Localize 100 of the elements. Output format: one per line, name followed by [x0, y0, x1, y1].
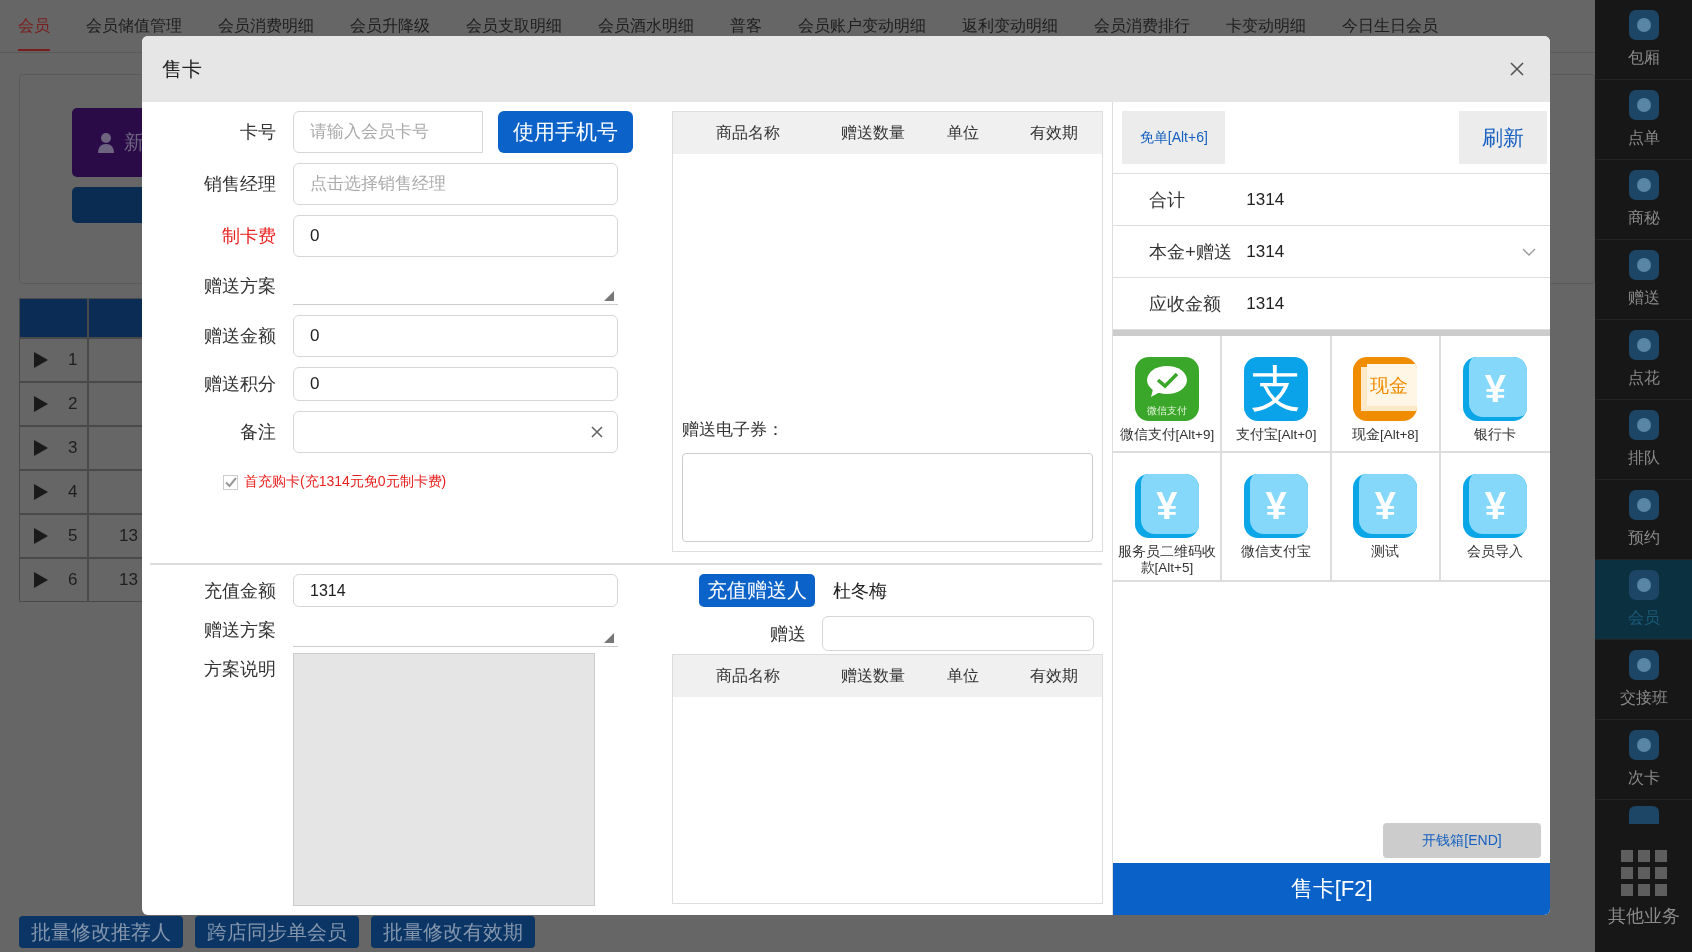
field-label: 制卡费	[221, 225, 276, 248]
batch-button[interactable]: 批量修改有效期	[371, 916, 535, 948]
free-order-button[interactable]: 免单[Alt+6]	[1122, 111, 1226, 164]
field-label: 备注	[239, 421, 276, 444]
gift-person-button[interactable]: 充值赠送人	[699, 574, 815, 607]
app-icon	[1628, 250, 1659, 280]
corner-triangle-icon	[604, 291, 614, 301]
app-icon	[1628, 806, 1659, 824]
row-number: 3	[68, 438, 78, 458]
column-header: 赠送数量	[840, 665, 906, 686]
batch-button[interactable]: 批量修改推荐人	[19, 916, 183, 948]
payment-option[interactable]: ¥ 服务员二维码收款[Alt+5]	[1113, 453, 1223, 583]
payment-icon: 现金	[1353, 357, 1418, 421]
person-name: 杜冬梅	[833, 579, 887, 603]
sidebar-item[interactable]: 赠送	[1595, 240, 1692, 320]
chevron-down-icon[interactable]	[1522, 247, 1536, 256]
app-icon	[1628, 10, 1659, 40]
sidebar-item[interactable]: 商秘	[1595, 160, 1692, 240]
input-field[interactable]: 0	[293, 215, 618, 257]
summary-label: 本金+赠送	[1149, 240, 1233, 264]
refresh-button[interactable]: 刷新	[1459, 111, 1547, 164]
play-icon[interactable]	[34, 352, 48, 368]
grid-icon	[1620, 849, 1667, 896]
payment-option[interactable]: 支 支付宝[Alt+0]	[1222, 336, 1332, 453]
sidebar-item[interactable]: 其他业务	[1595, 825, 1692, 952]
sidebar-item[interactable]: 预约	[1595, 480, 1692, 560]
app-icon	[1628, 490, 1659, 520]
app-icon	[1628, 330, 1659, 360]
app-icon	[1628, 410, 1659, 440]
payment-icon: ¥	[1244, 474, 1309, 538]
app-icon	[1628, 570, 1659, 600]
column-header: 有效期	[1028, 122, 1079, 143]
corner-triangle-icon	[604, 633, 614, 643]
field-label: 赠送积分	[203, 373, 276, 396]
coupon-field[interactable]	[682, 453, 1093, 542]
summary-label: 合计	[1149, 188, 1187, 212]
field-label: 赠送方案	[203, 275, 276, 298]
row-number: 5	[68, 526, 78, 546]
summary-value: 1314	[1246, 241, 1286, 262]
input-field[interactable]: 请输入会员卡号	[293, 111, 483, 153]
app-icon	[1628, 730, 1659, 760]
app-icon	[1628, 90, 1659, 120]
column-header: 赠送数量	[840, 122, 906, 143]
column-header: 单位	[946, 122, 980, 143]
coupon-label: 赠送电子券：	[681, 419, 785, 441]
cash-drawer-button[interactable]: 开钱箱[END]	[1383, 823, 1541, 858]
field-label: 赠送方案	[203, 619, 276, 642]
row-number: 1	[68, 350, 78, 370]
summary-value: 1314	[1246, 189, 1286, 210]
field-label: 卡号	[239, 121, 276, 144]
field-label: 方案说明	[203, 658, 276, 681]
use-phone-button[interactable]: 使用手机号	[498, 111, 633, 153]
payment-icon: ¥	[1463, 474, 1528, 538]
summary-value: 1314	[1246, 293, 1286, 314]
clear-icon[interactable]	[591, 426, 603, 438]
row-number: 2	[68, 394, 78, 414]
input-field[interactable]: 点击选择销售经理	[293, 163, 618, 205]
sidebar-item[interactable]: 包厢	[1595, 0, 1692, 80]
column-header: 商品名称	[715, 122, 781, 143]
column-header: 单位	[946, 665, 980, 686]
sell-card-button[interactable]: 售卡[F2]	[1113, 863, 1550, 915]
play-icon[interactable]	[34, 440, 48, 456]
play-icon[interactable]	[34, 572, 48, 588]
tab[interactable]: 会员储值管理	[86, 1, 182, 51]
play-icon[interactable]	[34, 396, 48, 412]
payment-option[interactable]: 现金 现金[Alt+8]	[1331, 336, 1441, 453]
sidebar-item[interactable]: 排队	[1595, 400, 1692, 480]
sidebar-item[interactable]: 次卡	[1595, 720, 1692, 800]
field-label: 赠送金额	[203, 325, 276, 348]
checkbox-label: 首充购卡(充1314元免0元制卡费)	[244, 473, 447, 491]
input-field[interactable]: 0	[293, 367, 618, 401]
summary-label: 应收金额	[1149, 292, 1223, 316]
payment-option[interactable]: 微信支付 微信支付[Alt+9]	[1113, 336, 1223, 453]
play-icon[interactable]	[34, 528, 48, 544]
batch-button[interactable]: 跨店同步单会员	[195, 916, 359, 948]
input-field[interactable]	[293, 411, 618, 453]
column-header: 有效期	[1028, 665, 1079, 686]
payment-icon: 支	[1244, 357, 1309, 421]
column-header: 商品名称	[715, 665, 781, 686]
input-field[interactable]: 1314	[293, 574, 618, 607]
row-number: 4	[68, 482, 78, 502]
row-number: 6	[68, 570, 78, 590]
payment-option[interactable]: ¥ 微信支付宝	[1222, 453, 1332, 583]
sidebar-item[interactable]: 点单	[1595, 80, 1692, 160]
play-icon[interactable]	[34, 484, 48, 500]
payment-icon: 微信支付	[1134, 357, 1199, 421]
input-field[interactable]: 0	[293, 315, 618, 357]
sidebar-item[interactable]: 交接班	[1595, 640, 1692, 720]
dialog-title: 售卡	[162, 56, 202, 82]
input-field[interactable]	[822, 616, 1094, 651]
app-icon	[1628, 170, 1659, 200]
payment-icon: ¥	[1463, 357, 1528, 421]
field-label: 销售经理	[203, 173, 276, 196]
payment-icon: ¥	[1353, 474, 1418, 538]
payment-option[interactable]: ¥ 测试	[1331, 453, 1441, 583]
user-icon	[98, 132, 114, 153]
field-label: 赠送	[770, 622, 806, 646]
sidebar-item[interactable]: 点花	[1595, 320, 1692, 400]
app-icon	[1628, 650, 1659, 680]
checkbox[interactable]	[223, 474, 238, 490]
